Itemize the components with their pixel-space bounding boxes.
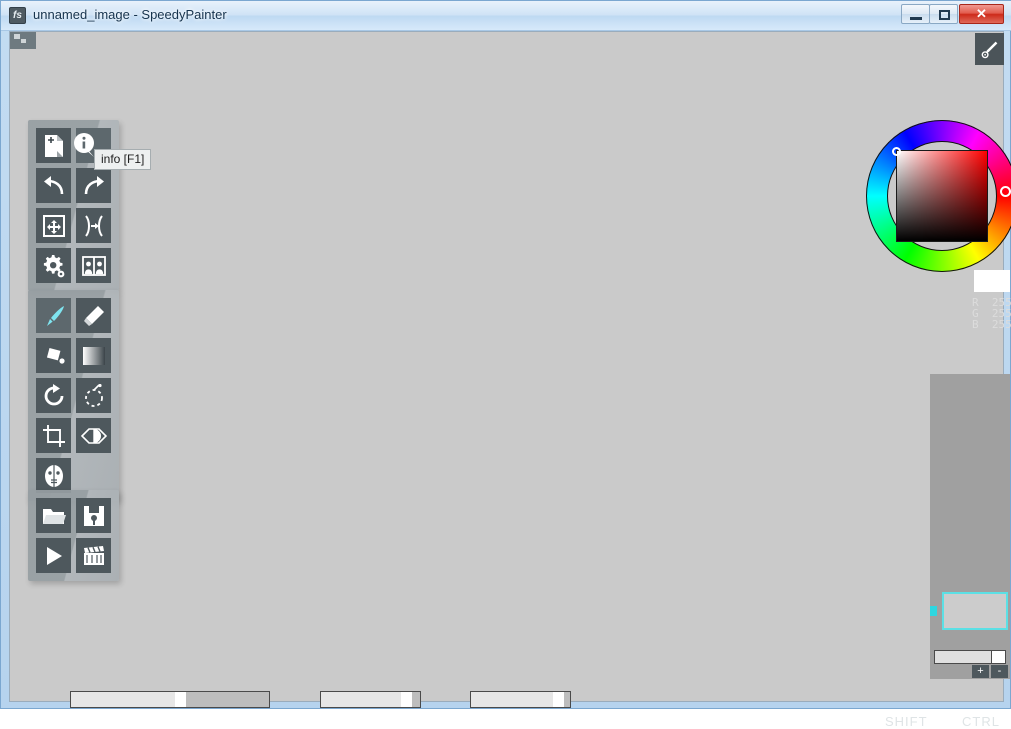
maximize-button[interactable] bbox=[929, 4, 958, 24]
b-value: 255 bbox=[991, 318, 1011, 331]
paint-bucket-icon bbox=[46, 347, 65, 364]
crop-tool[interactable] bbox=[36, 418, 71, 453]
rotate-tool[interactable] bbox=[36, 378, 71, 413]
brush-flow-slider-handle[interactable] bbox=[553, 692, 565, 707]
mask-face-icon bbox=[44, 464, 63, 487]
mirror-canvas-button[interactable] bbox=[76, 208, 111, 243]
tools-empty-slot bbox=[76, 458, 111, 493]
collapse-panel-tab[interactable] bbox=[10, 32, 36, 49]
rotate-icon bbox=[44, 383, 63, 405]
lasso-selection-icon bbox=[84, 383, 103, 407]
crop-icon bbox=[42, 424, 65, 447]
maximize-icon bbox=[939, 10, 950, 20]
brush-tool[interactable] bbox=[36, 298, 71, 333]
current-color-swatch[interactable] bbox=[974, 270, 1010, 292]
add-layer-button[interactable]: + bbox=[972, 665, 989, 678]
b-label: B bbox=[972, 318, 979, 331]
file-toolbar bbox=[28, 490, 119, 581]
brush-size-slider[interactable] bbox=[70, 691, 270, 708]
close-button[interactable]: ✕ bbox=[959, 4, 1004, 24]
new-document-icon bbox=[44, 134, 63, 157]
gradient-tool[interactable] bbox=[76, 338, 111, 373]
clapperboard-icon bbox=[83, 545, 104, 565]
status-shift-key: SHIFT bbox=[885, 714, 928, 729]
brush-size-slider-fill bbox=[71, 692, 180, 707]
layer-visibility-indicator[interactable] bbox=[930, 606, 937, 616]
layer-opacity-slider[interactable] bbox=[934, 650, 1006, 664]
undo-arrow-icon bbox=[43, 175, 63, 194]
mirror-horizontal-icon bbox=[84, 214, 103, 237]
drawing-canvas[interactable]: info [F1] R 255 G 255 B 255 + - SHIFT CT… bbox=[9, 31, 1011, 729]
saturation-value-square[interactable] bbox=[896, 150, 988, 242]
brush-flow-slider-fill bbox=[471, 692, 559, 707]
save-file-button[interactable] bbox=[76, 498, 111, 533]
paintbrush-icon bbox=[46, 305, 64, 326]
brush-size-slider-track bbox=[179, 692, 269, 707]
layer-item[interactable] bbox=[942, 592, 1008, 630]
fit-to-screen-icon bbox=[42, 214, 65, 237]
redo-arrow-icon bbox=[84, 175, 104, 194]
application-window: fs unnamed_image - SpeedyPainter ✕ info … bbox=[0, 0, 1011, 729]
brush-opacity-slider-handle[interactable] bbox=[401, 692, 413, 707]
tooltip: info [F1] bbox=[94, 149, 152, 170]
selection-tool[interactable] bbox=[76, 378, 111, 413]
play-button[interactable] bbox=[36, 538, 71, 573]
dual-view-button[interactable] bbox=[76, 248, 111, 283]
brush-flow-slider[interactable] bbox=[470, 691, 571, 708]
remove-layer-button[interactable]: - bbox=[991, 665, 1008, 678]
close-icon: ✕ bbox=[976, 6, 987, 21]
saturation-value-marker[interactable] bbox=[892, 147, 901, 156]
rgb-readout: R 255 G 255 B 255 bbox=[972, 297, 1011, 330]
collapse-panel-icon bbox=[14, 34, 26, 43]
brush-settings-button[interactable] bbox=[975, 33, 1004, 65]
dual-panel-icon bbox=[81, 255, 106, 276]
minimize-button[interactable] bbox=[901, 4, 930, 24]
tools-toolbar bbox=[28, 290, 119, 501]
settings-button[interactable] bbox=[36, 248, 71, 283]
symmetry-tool[interactable] bbox=[76, 418, 111, 453]
redo-button[interactable] bbox=[76, 168, 111, 203]
open-file-button[interactable] bbox=[36, 498, 71, 533]
title-bar: fs unnamed_image - SpeedyPainter ✕ bbox=[1, 1, 1011, 31]
gradient-icon bbox=[82, 346, 105, 365]
folder-open-icon bbox=[42, 508, 66, 524]
undo-button[interactable] bbox=[36, 168, 71, 203]
gear-icon bbox=[43, 254, 64, 277]
window-title: unnamed_image - SpeedyPainter bbox=[33, 7, 227, 22]
floppy-save-icon bbox=[83, 505, 104, 526]
export-video-button[interactable] bbox=[76, 538, 111, 573]
fit-to-screen-button[interactable] bbox=[36, 208, 71, 243]
layers-panel[interactable]: + - bbox=[930, 374, 1010, 679]
eraser-tool[interactable] bbox=[76, 298, 111, 333]
hue-ring-marker[interactable] bbox=[1000, 186, 1011, 197]
brush-settings-icon bbox=[981, 41, 998, 59]
color-wheel[interactable] bbox=[866, 120, 1011, 272]
fill-tool[interactable] bbox=[36, 338, 71, 373]
minimize-icon bbox=[910, 17, 922, 20]
app-icon: fs bbox=[9, 7, 26, 24]
brush-opacity-slider-fill bbox=[321, 692, 407, 707]
layer-opacity-handle[interactable] bbox=[991, 651, 1005, 663]
status-ctrl-key: CTRL bbox=[962, 714, 1000, 729]
eraser-icon bbox=[83, 305, 104, 326]
symmetry-icon bbox=[80, 427, 107, 444]
brush-size-slider-handle[interactable] bbox=[174, 692, 186, 707]
play-icon bbox=[46, 546, 62, 565]
mask-tool[interactable] bbox=[36, 458, 71, 493]
new-document-button[interactable] bbox=[36, 128, 71, 163]
brush-opacity-slider[interactable] bbox=[320, 691, 421, 708]
